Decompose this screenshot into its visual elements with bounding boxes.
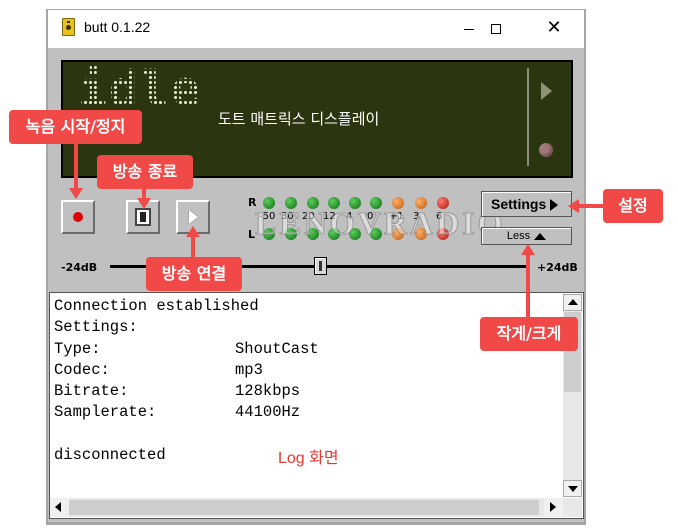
- callout-settings: 설정: [603, 189, 663, 223]
- log-value: 44100Hz: [235, 403, 301, 421]
- log-value: mp3: [235, 361, 263, 379]
- chevron-up-icon: [534, 232, 547, 240]
- callout-stop: 방송 종료: [97, 155, 193, 189]
- log-line: Codec:: [54, 361, 110, 379]
- arrow-right-icon: [550, 502, 556, 512]
- settings-button[interactable]: Settings: [481, 191, 572, 217]
- callout-size-arrow: [526, 254, 530, 318]
- volume-min-label: -24dB: [61, 261, 98, 274]
- scroll-right-button[interactable]: [544, 498, 563, 517]
- chevron-right-icon: [550, 199, 559, 212]
- watermark: LENOVRADIO: [254, 205, 506, 242]
- arrow-down-icon: [69, 188, 83, 199]
- log-line: Type:: [54, 340, 101, 358]
- log-value: 128kbps: [235, 382, 301, 400]
- display-annotation: 도트 매트릭스 디스플레이: [218, 110, 380, 128]
- log-line: Bitrate:: [54, 382, 129, 400]
- callout-connect-arrow: [191, 236, 195, 258]
- callout-connect: 방송 연결: [146, 257, 242, 291]
- display-indicator-icon: [539, 143, 553, 157]
- arrow-up-icon: [568, 299, 578, 305]
- log-line: disconnected: [54, 446, 166, 464]
- speaker-icon: [62, 18, 75, 36]
- arrow-left-icon: [568, 199, 579, 213]
- callout-settings-arrow: [578, 204, 604, 208]
- window-title: butt 0.1.22: [84, 19, 151, 35]
- callout-record-arrow: [74, 144, 78, 188]
- arrow-up-icon: [521, 244, 535, 255]
- maximize-icon: [491, 24, 501, 34]
- arrow-up-icon: [186, 226, 200, 237]
- display-next-icon[interactable]: [541, 82, 552, 100]
- horizontal-scroll-thumb[interactable]: [69, 500, 539, 515]
- volume-slider-thumb[interactable]: [314, 257, 327, 275]
- settings-button-label: Settings: [491, 196, 547, 212]
- close-icon: ✕: [546, 17, 562, 38]
- less-button-label: Less: [506, 230, 531, 242]
- close-button[interactable]: ✕: [532, 10, 578, 48]
- maximize-button[interactable]: [473, 10, 519, 48]
- scroll-left-button[interactable]: [50, 498, 69, 517]
- scrollbar-corner: [563, 498, 582, 517]
- arrow-left-icon: [55, 502, 61, 512]
- less-button[interactable]: Less: [481, 227, 572, 245]
- log-line: Settings:: [54, 318, 138, 336]
- log-annotation: Log 화면: [278, 450, 339, 467]
- callout-size: 작게/크게: [480, 317, 578, 351]
- play-icon: [189, 210, 198, 224]
- record-icon: [73, 212, 83, 222]
- vu-left-label: L: [248, 228, 256, 241]
- log-value: ShoutCast: [235, 340, 319, 358]
- arrow-down-icon: [568, 486, 578, 492]
- log-line: Connection established: [54, 297, 259, 315]
- arrow-down-icon: [137, 198, 151, 209]
- stop-icon: [135, 208, 151, 226]
- record-button[interactable]: [61, 200, 95, 234]
- volume-max-label: +24dB: [537, 261, 578, 274]
- display-divider: [527, 68, 529, 166]
- log-line: Samplerate:: [54, 403, 157, 421]
- scroll-down-button[interactable]: [563, 480, 582, 497]
- scroll-up-button[interactable]: [563, 294, 582, 311]
- callout-record: 녹음 시작/정지: [9, 110, 142, 144]
